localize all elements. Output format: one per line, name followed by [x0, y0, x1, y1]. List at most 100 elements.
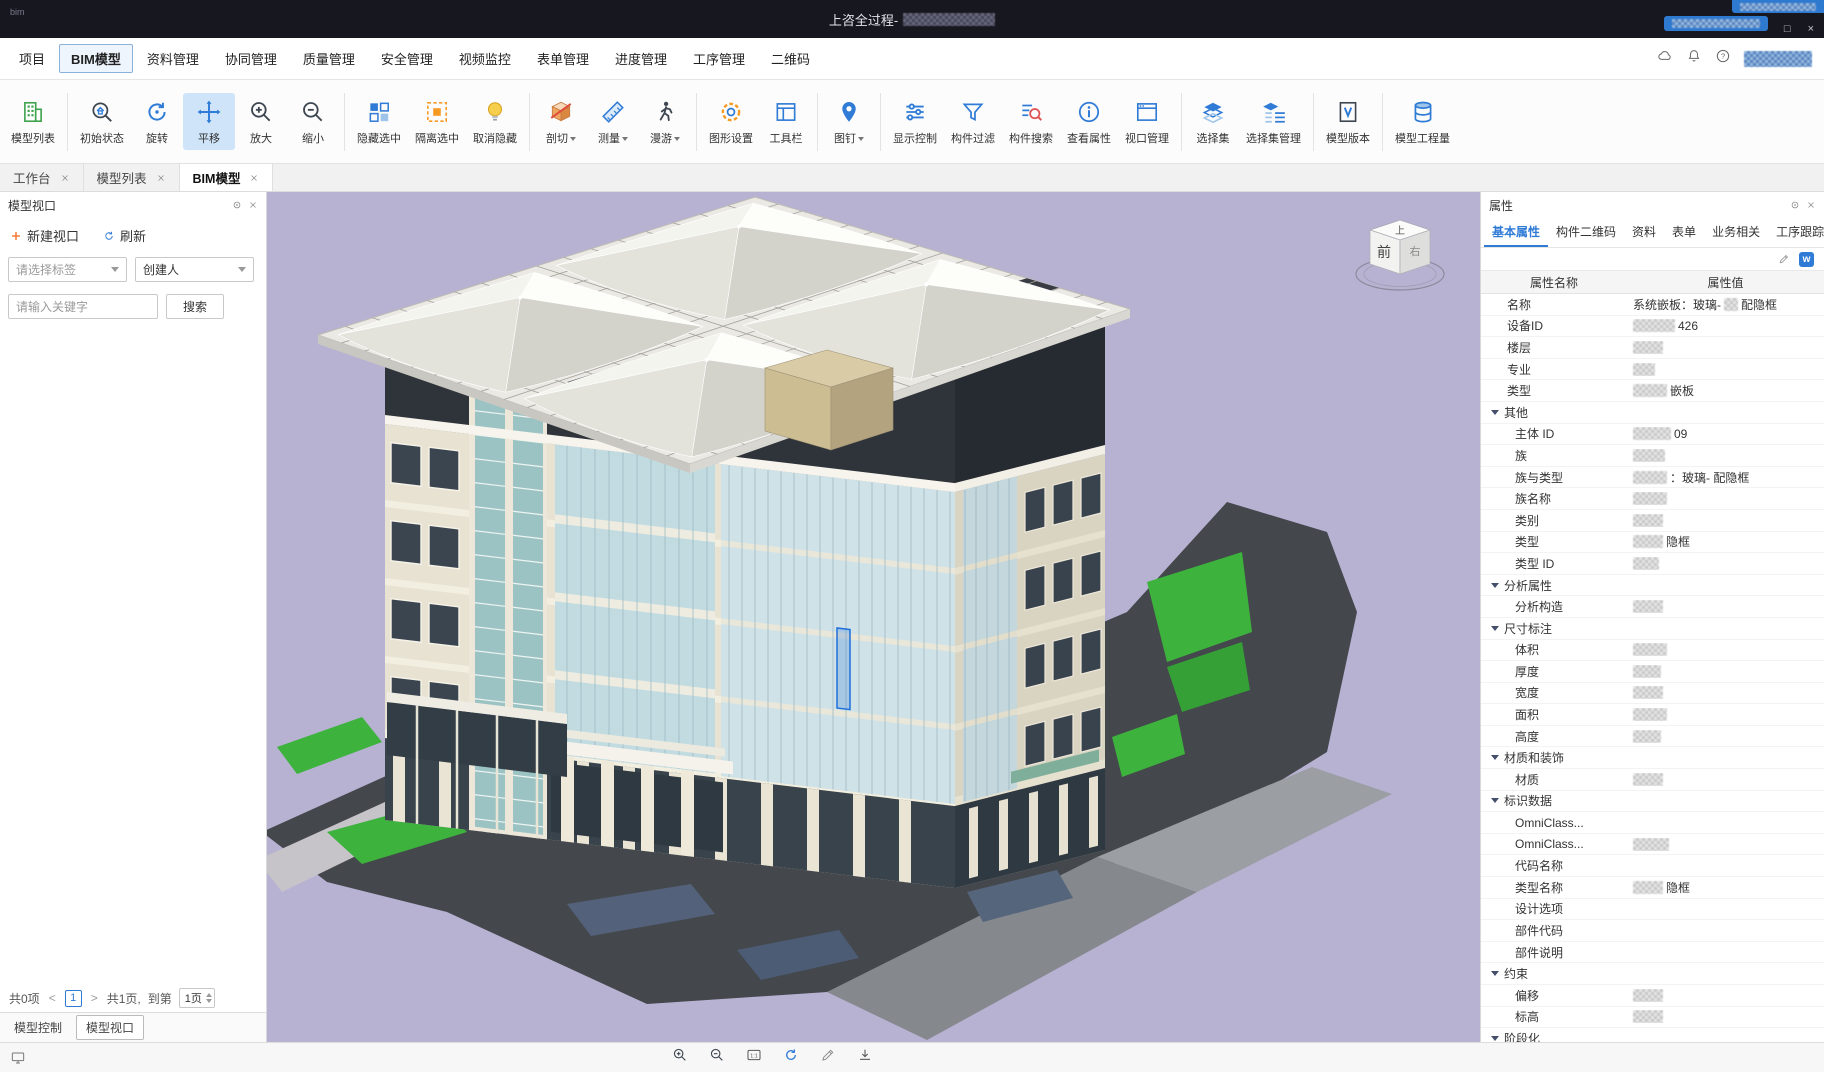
- monitor-icon[interactable]: [10, 1050, 26, 1066]
- properties-tab-表单[interactable]: 表单: [1664, 218, 1704, 247]
- toolbar-pin[interactable]: 图钉: [823, 93, 875, 150]
- toolbar-model-version[interactable]: 模型版本: [1319, 93, 1377, 150]
- next-page-button[interactable]: >: [89, 991, 100, 1005]
- panel-float-icon[interactable]: [1790, 200, 1800, 210]
- user-avatar[interactable]: [1744, 51, 1812, 67]
- properties-tab-业务相关[interactable]: 业务相关: [1704, 218, 1768, 247]
- toolbar-selection-set-manage[interactable]: 选择集管理: [1239, 93, 1308, 150]
- collapse-triangle-icon[interactable]: [1491, 798, 1499, 803]
- bim-3d-model[interactable]: [267, 192, 1480, 1042]
- maximize-button[interactable]: □: [1784, 24, 1791, 35]
- toolbar-component-filter[interactable]: 构件过滤: [944, 93, 1002, 150]
- panel-float-icon[interactable]: [232, 200, 242, 210]
- toolbar-pan[interactable]: 平移: [183, 93, 235, 150]
- collapse-triangle-icon[interactable]: [1491, 410, 1499, 415]
- properties-tab-构件二维码[interactable]: 构件二维码: [1548, 218, 1624, 247]
- collapse-triangle-icon[interactable]: [1491, 755, 1499, 760]
- menu-item-工序管理[interactable]: 工序管理: [681, 44, 757, 73]
- property-row: OmniClass...: [1481, 834, 1824, 856]
- close-button[interactable]: ×: [1808, 24, 1814, 35]
- property-group[interactable]: 分析属性: [1481, 575, 1824, 597]
- property-group[interactable]: 其他: [1481, 402, 1824, 424]
- new-viewport-button[interactable]: 新建视口: [10, 226, 79, 245]
- menu-item-质量管理[interactable]: 质量管理: [291, 44, 367, 73]
- toolbar-hide-selected[interactable]: 隐藏选中: [350, 93, 408, 150]
- collapse-triangle-icon[interactable]: [1491, 971, 1499, 976]
- toolbar-initial-state[interactable]: 初始状态: [73, 93, 131, 150]
- toolbar-rotate[interactable]: 旋转: [131, 93, 183, 150]
- tag-filter-select[interactable]: 请选择标签: [8, 257, 127, 282]
- edit-properties-icon[interactable]: [1778, 253, 1790, 265]
- creator-filter-select[interactable]: 创建人: [135, 257, 254, 282]
- panel-close-icon[interactable]: [248, 200, 258, 210]
- toolbar-graphics-settings[interactable]: 图形设置: [702, 93, 760, 150]
- navigation-cube[interactable]: 上 前 右: [1348, 208, 1452, 308]
- property-group[interactable]: 阶段化: [1481, 1028, 1824, 1042]
- prev-page-button[interactable]: <: [47, 991, 58, 1005]
- app-logo: bim: [10, 7, 25, 17]
- doc-tab-工作台[interactable]: 工作台: [0, 164, 84, 191]
- toolbar-zoom-out[interactable]: 缩小: [287, 93, 339, 150]
- toolbar-unhide[interactable]: 取消隐藏: [466, 93, 524, 150]
- refresh-viewport-button[interactable]: 刷新: [103, 226, 146, 245]
- menu-item-BIM模型[interactable]: BIM模型: [59, 44, 133, 73]
- toolbar-component-search[interactable]: 构件搜索: [1002, 93, 1060, 150]
- toolbar-isolate-selected[interactable]: 隔离选中: [408, 93, 466, 150]
- page-stepper[interactable]: [206, 993, 212, 1003]
- collapse-triangle-icon[interactable]: [1491, 626, 1499, 631]
- toolbar-model-list[interactable]: 模型列表: [4, 93, 62, 150]
- toolbar-section[interactable]: 剖切: [535, 93, 587, 150]
- annotate-button[interactable]: [820, 1047, 836, 1068]
- menu-item-表单管理[interactable]: 表单管理: [525, 44, 601, 73]
- menu-item-二维码[interactable]: 二维码: [759, 44, 822, 73]
- properties-tab-工序跟踪[interactable]: 工序跟踪: [1768, 218, 1824, 247]
- zoom-in-button[interactable]: [672, 1047, 688, 1068]
- rotate-icon: [144, 99, 170, 125]
- property-group[interactable]: 材质和装饰: [1481, 747, 1824, 769]
- toolbar-walkthrough[interactable]: 漫游: [639, 93, 691, 150]
- current-page[interactable]: 1: [65, 990, 82, 1007]
- properties-tab-基本属性[interactable]: 基本属性: [1484, 218, 1548, 247]
- menu-item-视频监控[interactable]: 视频监控: [447, 44, 523, 73]
- menu-item-进度管理[interactable]: 进度管理: [603, 44, 679, 73]
- w-doc-badge[interactable]: w: [1799, 252, 1814, 267]
- censored-value: [1724, 298, 1738, 311]
- menu-item-资料管理[interactable]: 资料管理: [135, 44, 211, 73]
- cloud-icon[interactable]: [1657, 48, 1673, 69]
- help-icon[interactable]: ?: [1715, 48, 1731, 69]
- zoom-out-button[interactable]: [709, 1047, 725, 1068]
- toolbar-view-properties[interactable]: 查看属性: [1060, 93, 1118, 150]
- property-group[interactable]: 标识数据: [1481, 791, 1824, 813]
- bell-icon[interactable]: [1686, 48, 1702, 69]
- panel-tab-模型视口[interactable]: 模型视口: [76, 1015, 144, 1040]
- search-button[interactable]: 搜索: [166, 294, 224, 319]
- property-group[interactable]: 约束: [1481, 963, 1824, 985]
- corner-badge-top[interactable]: [1732, 0, 1824, 13]
- panel-tab-模型控制[interactable]: 模型控制: [4, 1015, 72, 1040]
- doc-tab-BIM模型[interactable]: BIM模型: [180, 164, 274, 191]
- goto-page-input[interactable]: 1页: [179, 988, 215, 1008]
- toolbar-zoom-in[interactable]: 放大: [235, 93, 287, 150]
- download-button[interactable]: [857, 1047, 873, 1068]
- reset-view-button[interactable]: [783, 1047, 799, 1068]
- toolbar-measure[interactable]: 测量: [587, 93, 639, 150]
- actual-size-button[interactable]: 1:1: [746, 1047, 762, 1068]
- menu-item-项目[interactable]: 项目: [7, 44, 57, 73]
- toolbar-model-quantity[interactable]: 模型工程量: [1388, 93, 1457, 150]
- collapse-triangle-icon[interactable]: [1491, 583, 1499, 588]
- selected-glass-panel[interactable]: [837, 628, 850, 710]
- menu-item-安全管理[interactable]: 安全管理: [369, 44, 445, 73]
- corner-badge-secondary[interactable]: [1664, 16, 1768, 31]
- toolbar-viewport-manage[interactable]: 视口管理: [1118, 93, 1176, 150]
- bim-3d-viewport[interactable]: 上 前 右: [267, 192, 1480, 1042]
- collapse-triangle-icon[interactable]: [1491, 1036, 1499, 1041]
- search-input[interactable]: [8, 294, 158, 319]
- properties-tab-资料[interactable]: 资料: [1624, 218, 1664, 247]
- toolbar-tool-palette[interactable]: 工具栏: [760, 93, 812, 150]
- doc-tab-模型列表[interactable]: 模型列表: [84, 164, 180, 191]
- property-group[interactable]: 尺寸标注: [1481, 618, 1824, 640]
- toolbar-selection-set[interactable]: 选择集: [1187, 93, 1239, 150]
- toolbar-display-control[interactable]: 显示控制: [886, 93, 944, 150]
- menu-item-协同管理[interactable]: 协同管理: [213, 44, 289, 73]
- panel-close-icon[interactable]: [1806, 200, 1816, 210]
